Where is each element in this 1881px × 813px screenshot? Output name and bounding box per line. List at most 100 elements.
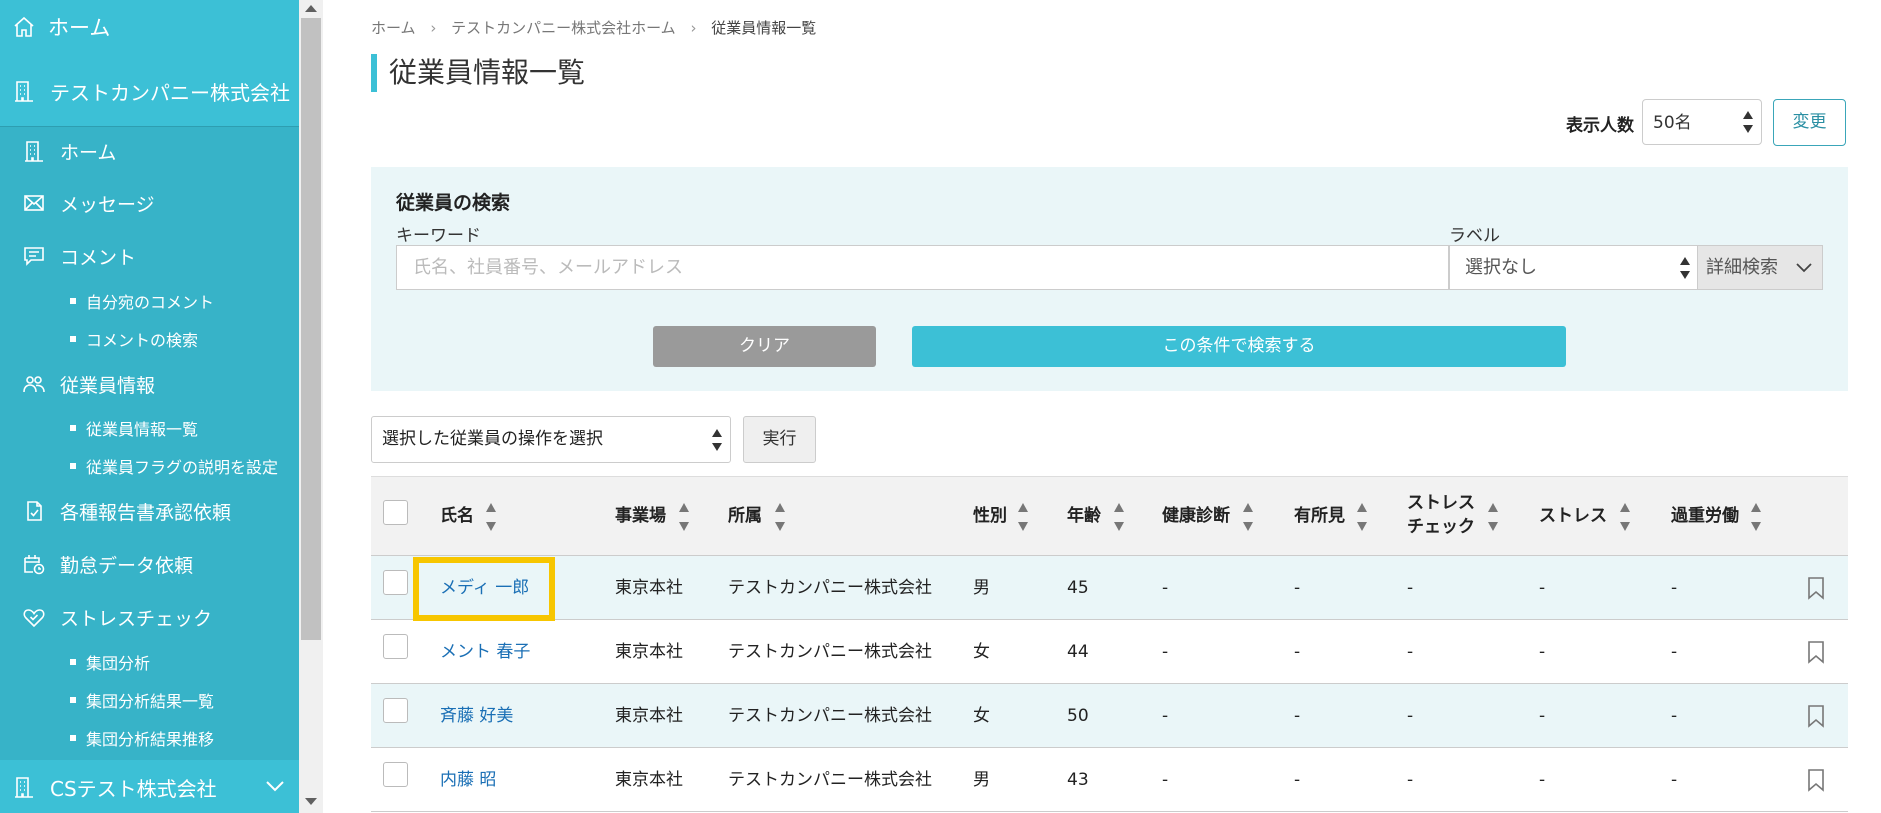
sidebar-scrollbar[interactable] xyxy=(299,0,323,813)
keyword-input[interactable] xyxy=(396,245,1449,290)
sidebar-subitem-employee-list[interactable]: 従業員情報一覧 xyxy=(70,415,198,441)
sidebar-item-label: 従業員情報一覧 xyxy=(86,420,199,439)
sort-icon[interactable] xyxy=(1114,503,1124,531)
search-panel: 従業員の検索 キーワード ラベル 選択なし 詳細検索 クリア この条件で検索する xyxy=(371,167,1848,391)
breadcrumb-home[interactable]: ホーム xyxy=(371,19,416,37)
bookmark-icon[interactable] xyxy=(1807,640,1825,664)
scroll-down-arrow-icon[interactable] xyxy=(305,798,317,805)
keyword-label: キーワード xyxy=(396,226,481,246)
header-stress-check-line2[interactable]: チェック xyxy=(1407,516,1475,538)
sort-icon[interactable] xyxy=(775,503,785,531)
header-health-check[interactable]: 健康診断 xyxy=(1162,505,1230,527)
cell-findings: - xyxy=(1294,642,1301,662)
people-icon xyxy=(23,376,45,393)
sort-icon[interactable] xyxy=(1357,503,1367,531)
sidebar-subitem-group-analysis[interactable]: 集団分析 xyxy=(70,649,150,675)
bookmark-icon[interactable] xyxy=(1807,704,1825,728)
sidebar-company-label: テストカンパニー株式会社 xyxy=(50,80,290,105)
sidebar-item-comments[interactable]: コメント xyxy=(22,241,136,271)
bookmark-icon[interactable] xyxy=(1807,576,1825,600)
sidebar-subitem-comments-to-me[interactable]: 自分宛のコメント xyxy=(70,288,214,314)
chevron-down-icon xyxy=(1796,263,1812,273)
breadcrumb-current: 従業員情報一覧 xyxy=(711,19,817,37)
header-department[interactable]: 所属 xyxy=(728,505,762,527)
sidebar-home-label: ホーム xyxy=(48,16,111,40)
header-office[interactable]: 事業場 xyxy=(615,505,666,527)
row-checkbox[interactable] xyxy=(383,698,408,723)
bulk-action-select[interactable]: 選択した従業員の操作を選択 xyxy=(371,416,731,463)
sidebar-item-label: ホーム xyxy=(60,141,117,164)
display-count-label: 表示人数 xyxy=(1566,116,1634,136)
sort-icon[interactable] xyxy=(1018,503,1028,531)
header-gender[interactable]: 性別 xyxy=(973,505,1007,527)
sidebar-subitem-group-results[interactable]: 集団分析結果一覧 xyxy=(70,687,214,713)
sidebar-item-messages[interactable]: メッセージ xyxy=(22,188,155,218)
highlight-box xyxy=(413,557,555,621)
header-age[interactable]: 年齢 xyxy=(1067,505,1101,527)
sidebar-item-label: 従業員情報 xyxy=(60,374,156,397)
sidebar-subitem-group-trend[interactable]: 集団分析結果推移 xyxy=(70,725,214,751)
cell-stress-check: - xyxy=(1407,706,1414,726)
envelope-icon xyxy=(24,195,44,211)
sidebar-item-attendance[interactable]: 勤怠データ依頼 xyxy=(22,549,193,579)
header-name[interactable]: 氏名 xyxy=(440,505,474,527)
header-findings[interactable]: 有所見 xyxy=(1294,505,1345,527)
employee-name-link[interactable]: メント 春子 xyxy=(440,641,530,663)
sidebar-bottom-company[interactable]: CSテスト株式会社 xyxy=(12,770,217,804)
scroll-up-arrow-icon[interactable] xyxy=(305,5,317,12)
label-select[interactable]: 選択なし xyxy=(1449,245,1699,290)
sidebar-company-link[interactable]: テストカンパニー株式会社 xyxy=(12,74,290,108)
header-overwork[interactable]: 過重労働 xyxy=(1671,505,1739,527)
cell-health-check: - xyxy=(1162,578,1169,598)
sidebar-item-label: ストレスチェック xyxy=(60,607,213,630)
employee-name-link[interactable]: 内藤 昭 xyxy=(440,769,496,791)
change-button[interactable]: 変更 xyxy=(1773,99,1846,146)
label-select-value: 選択なし xyxy=(1465,257,1537,278)
scrollbar-thumb[interactable] xyxy=(301,18,321,640)
sidebar-subitem-comments-search[interactable]: コメントの検索 xyxy=(70,326,198,352)
sidebar-item-employees[interactable]: 従業員情報 xyxy=(22,369,155,399)
advanced-search-button[interactable]: 詳細検索 xyxy=(1697,245,1823,290)
cell-office: 東京本社 xyxy=(615,706,683,726)
cell-stress: - xyxy=(1539,642,1546,662)
header-stress[interactable]: ストレス xyxy=(1539,505,1607,527)
row-checkbox[interactable] xyxy=(383,762,408,787)
cell-health-check: - xyxy=(1162,706,1169,726)
display-count-select[interactable]: 50名 xyxy=(1642,99,1762,145)
cell-stress: - xyxy=(1539,578,1546,598)
display-count-value: 50名 xyxy=(1653,113,1692,133)
sort-icon[interactable] xyxy=(486,503,496,531)
sort-icon[interactable] xyxy=(1620,503,1630,531)
sidebar-item-home[interactable]: ホーム xyxy=(22,136,116,166)
search-submit-button[interactable]: この条件で検索する xyxy=(912,326,1566,367)
breadcrumb-company-home[interactable]: テストカンパニー株式会社ホーム xyxy=(451,19,676,37)
sidebar-home-link[interactable]: ホーム xyxy=(12,10,110,44)
row-checkbox[interactable] xyxy=(383,570,408,595)
execute-button[interactable]: 実行 xyxy=(743,416,816,463)
employee-name-link[interactable]: 斉藤 好美 xyxy=(440,705,513,727)
cell-stress-check: - xyxy=(1407,770,1414,790)
sidebar-item-reports[interactable]: 各種報告書承認依頼 xyxy=(22,496,231,526)
sidebar-item-stress-check[interactable]: ストレスチェック xyxy=(22,602,212,632)
sort-icon[interactable] xyxy=(1488,503,1498,531)
table-row: 内藤 昭 東京本社 テストカンパニー株式会社 男 43 - - - - - xyxy=(371,748,1848,812)
sort-icon[interactable] xyxy=(1751,503,1761,531)
sidebar-item-label: 集団分析 xyxy=(86,654,151,673)
sidebar-company-switcher[interactable]: CSテスト株式会社 xyxy=(0,760,299,813)
advanced-search-label: 詳細検索 xyxy=(1706,257,1778,278)
cell-office: 東京本社 xyxy=(615,642,683,662)
row-checkbox[interactable] xyxy=(383,634,408,659)
sidebar-item-label: コメント xyxy=(60,246,137,269)
sidebar-subitem-employee-flags[interactable]: 従業員フラグの説明を設定 xyxy=(70,453,278,479)
bookmark-icon[interactable] xyxy=(1807,768,1825,792)
chevron-down-icon[interactable] xyxy=(266,780,284,792)
cell-age: 45 xyxy=(1067,578,1089,598)
sidebar-item-label: コメントの検索 xyxy=(86,331,199,350)
header-stress-check-line1[interactable]: ストレス xyxy=(1407,492,1475,514)
page-title: 従業員情報一覧 xyxy=(371,54,585,92)
select-all-checkbox[interactable] xyxy=(383,500,408,525)
clear-button[interactable]: クリア xyxy=(653,326,876,367)
sidebar-item-label: 各種報告書承認依頼 xyxy=(60,501,232,524)
sort-icon[interactable] xyxy=(679,503,689,531)
sort-icon[interactable] xyxy=(1243,503,1253,531)
